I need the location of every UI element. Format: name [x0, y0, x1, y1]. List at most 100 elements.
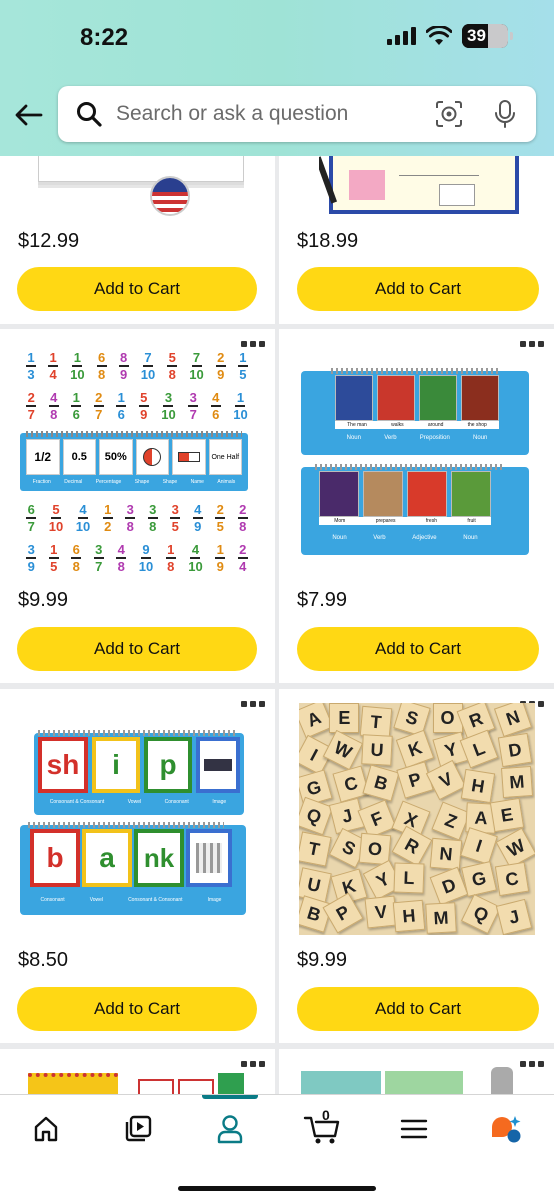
letter-tile: H: [460, 768, 496, 803]
label: Image: [212, 799, 227, 805]
letter-tile: L: [393, 862, 425, 894]
cellular-signal-icon: [387, 27, 416, 45]
letter-tile: J: [495, 899, 533, 935]
menu-tab[interactable]: [392, 1109, 436, 1149]
product-image[interactable]: AETSORNIWUKYLDGCBPVHMQJFXZAETSORNIWUKYLD…: [299, 703, 535, 935]
letter-tile: C: [332, 765, 370, 803]
label: Consonant & Consonant: [128, 897, 183, 903]
label: Noun: [463, 535, 478, 541]
product-card[interactable]: $12.99 Add to Cart: [0, 156, 275, 324]
letter-tile: G: [460, 860, 497, 897]
label: Vowel: [127, 799, 142, 805]
letter-tile: W: [495, 827, 535, 869]
caption: the shop: [467, 422, 487, 428]
cart-tab[interactable]: 0: [300, 1107, 344, 1149]
letter-tile: T: [359, 705, 393, 739]
phonics-card: a: [82, 829, 132, 887]
caption: The man: [347, 422, 367, 428]
search-icon: [72, 97, 106, 131]
letter-tile: V: [425, 759, 466, 801]
fraction-sublabel: Shape: [134, 479, 150, 485]
product-price: $8.50: [18, 949, 69, 971]
letter-tile: R: [392, 825, 433, 867]
rufus-assistant-tab[interactable]: [484, 1109, 528, 1149]
product-card[interactable]: The man walks around the shop Noun Verb …: [279, 329, 554, 683]
more-options-icon[interactable]: [241, 701, 265, 707]
status-time: 8:22: [80, 24, 129, 51]
more-options-icon[interactable]: [520, 341, 544, 347]
label: Consonant: [40, 897, 65, 903]
phonics-card: p: [144, 737, 192, 793]
letter-tile: N: [429, 837, 462, 870]
camera-lens-icon[interactable]: [432, 97, 466, 131]
product-image[interactable]: [28, 1067, 248, 1094]
product-card[interactable]: AETSORNIWUKYLDGCBPVHMQJFXZAETSORNIWUKYLD…: [279, 689, 554, 1043]
battery-level: 39: [467, 26, 486, 45]
fraction-sublabel: Decimal: [64, 479, 83, 485]
add-to-cart-button[interactable]: Add to Cart: [297, 267, 539, 311]
letter-tile: C: [494, 861, 530, 896]
product-price: $9.99: [297, 949, 348, 971]
caption: around: [427, 422, 444, 428]
chat-assistant-icon: [492, 1116, 521, 1143]
search-bar[interactable]: [58, 86, 536, 142]
name-card: One Half: [208, 439, 242, 475]
caption: walks: [391, 422, 404, 428]
fraction-sublabel: Fraction: [32, 479, 51, 485]
letter-tile: K: [395, 729, 434, 769]
home-indicator: [178, 1186, 376, 1191]
phonics-card: i: [92, 737, 140, 793]
home-tab[interactable]: [24, 1109, 68, 1149]
product-price: $12.99: [18, 230, 80, 252]
decimal-card: 0.5: [62, 439, 96, 475]
product-image[interactable]: The man walks around the shop Noun Verb …: [301, 363, 533, 559]
caption: prepares: [375, 518, 396, 524]
search-input[interactable]: [116, 102, 432, 126]
product-card[interactable]: [0, 1049, 275, 1094]
letter-tile: Q: [461, 894, 502, 935]
product-image[interactable]: [319, 156, 519, 218]
bottom-navigation: 0: [0, 1094, 554, 1200]
product-card[interactable]: 13 14 1 10 68 89 7 10 58 7 10 29 15 27 48 1…: [0, 329, 275, 683]
label: Image: [207, 897, 222, 903]
add-to-cart-button[interactable]: Add to Cart: [297, 627, 539, 671]
label: Adjective: [412, 535, 437, 541]
label: Preposition: [419, 435, 450, 441]
caption: fresh: [425, 518, 437, 524]
app-header: 8:22 39: [0, 0, 554, 156]
product-image[interactable]: [301, 1067, 541, 1094]
letter-tile: P: [395, 761, 434, 800]
label: Verb: [384, 435, 397, 441]
product-card[interactable]: sh i p Consonant & Consonant Vowel Conso…: [0, 689, 275, 1043]
label: Consonant: [164, 799, 189, 805]
letter-tile: E: [329, 703, 360, 733]
product-card[interactable]: $18.99 Add to Cart: [279, 156, 554, 324]
letter-tile: U: [361, 734, 393, 766]
back-arrow-icon[interactable]: [12, 98, 46, 132]
active-tab-indicator: [202, 1095, 258, 1099]
microphone-icon[interactable]: [488, 97, 522, 131]
video-play-icon: [125, 1115, 152, 1142]
fraction-sublabel: Shape: [162, 479, 178, 485]
add-to-cart-button[interactable]: Add to Cart: [17, 987, 257, 1031]
home-icon: [34, 1116, 58, 1142]
letter-tile: H: [392, 899, 426, 933]
add-to-cart-button[interactable]: Add to Cart: [17, 267, 257, 311]
product-image[interactable]: 13 14 1 10 68 89 7 10 58 7 10 29 15 27 48 1…: [20, 347, 254, 575]
status-icons: 39: [387, 24, 513, 48]
product-price: $7.99: [297, 589, 348, 611]
account-tab[interactable]: [208, 1109, 252, 1149]
product-price: $18.99: [297, 230, 359, 252]
letter-tile: Z: [431, 801, 471, 841]
product-card[interactable]: [279, 1049, 554, 1094]
add-to-cart-button[interactable]: Add to Cart: [297, 987, 539, 1031]
product-image[interactable]: sh i p Consonant & Consonant Vowel Conso…: [20, 719, 252, 919]
add-to-cart-button[interactable]: Add to Cart: [17, 627, 257, 671]
letter-tile: B: [362, 764, 400, 802]
letter-tile: M: [500, 766, 533, 799]
fraction-card: 1/2: [26, 439, 60, 475]
letter-tile: Q: [299, 797, 334, 836]
product-image[interactable]: [20, 156, 260, 216]
video-tab[interactable]: [116, 1109, 160, 1149]
letter-tile: E: [490, 798, 525, 833]
